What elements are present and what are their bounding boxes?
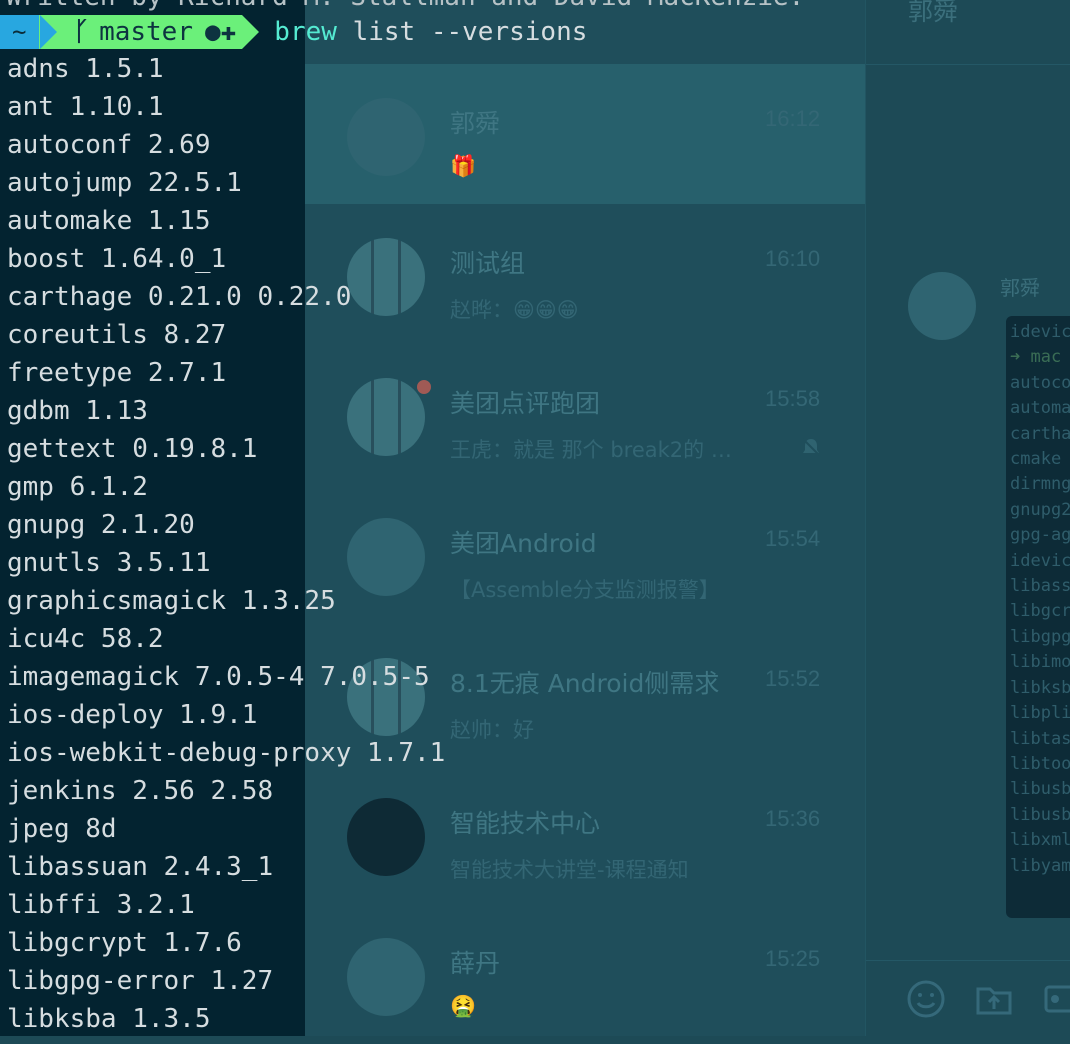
package-list: adns 1.5.1 ant 1.10.1 autoconf 2.69 autojum… — [7, 50, 445, 1038]
package-line: gnutls 3.5.11 — [7, 548, 211, 578]
package-line: automake 1.15 — [7, 206, 211, 236]
package-line: gdbm 1.13 — [7, 396, 148, 426]
package-line: autojump 22.5.1 — [7, 168, 242, 198]
package-line: libffi 3.2.1 — [7, 890, 195, 920]
package-line: libksba 1.3.5 — [7, 1004, 211, 1034]
package-line: carthage 0.21.0 0.22.0 — [7, 282, 352, 312]
git-branch: master — [99, 17, 193, 47]
package-line: icu4c 58.2 — [7, 624, 164, 654]
package-line: jpeg 8d — [7, 814, 117, 844]
shell-prompt: ~ ᚴ master ●✚ brew list --versions — [0, 15, 587, 49]
previous-output-line: Written by Richard M. Stallman and David… — [6, 0, 804, 12]
package-line: imagemagick 7.0.5-4 7.0.5-5 — [7, 662, 430, 692]
command-line[interactable]: brew list --versions — [274, 17, 587, 47]
package-line: ant 1.10.1 — [7, 92, 164, 122]
package-line: coreutils 8.27 — [7, 320, 227, 350]
package-line: gettext 0.19.8.1 — [7, 434, 258, 464]
package-line: gmp 6.1.2 — [7, 472, 148, 502]
command-args: list --versions — [352, 17, 588, 47]
package-line: boost 1.64.0_1 — [7, 244, 227, 274]
command-name: brew — [274, 17, 337, 47]
cwd: ~ — [12, 18, 27, 46]
git-status: ●✚ — [204, 17, 237, 47]
package-line: libassuan 2.4.3_1 — [7, 852, 274, 882]
package-line: ios-deploy 1.9.1 — [7, 700, 258, 730]
package-line: adns 1.5.1 — [7, 54, 164, 84]
powerline-arrow — [242, 15, 260, 49]
package-line: jenkins 2.56 2.58 — [7, 776, 274, 806]
terminal-output: Written by Richard M. Stallman and David… — [0, 0, 1070, 1036]
package-line: libgpg-error 1.27 — [7, 966, 274, 996]
git-branch-icon: ᚴ — [73, 17, 90, 47]
package-line: freetype 2.7.1 — [7, 358, 227, 388]
package-line: autoconf 2.69 — [7, 130, 211, 160]
package-line: libgcrypt 1.7.6 — [7, 928, 242, 958]
prompt-git-segment: ᚴ master ●✚ — [39, 15, 260, 49]
prompt-cwd-segment: ~ — [0, 15, 58, 49]
powerline-arrow — [40, 15, 58, 49]
package-line: graphicsmagick 1.3.25 — [7, 586, 336, 616]
package-line: ios-webkit-debug-proxy 1.7.1 — [7, 738, 446, 768]
package-line: gnupg 2.1.20 — [7, 510, 195, 540]
